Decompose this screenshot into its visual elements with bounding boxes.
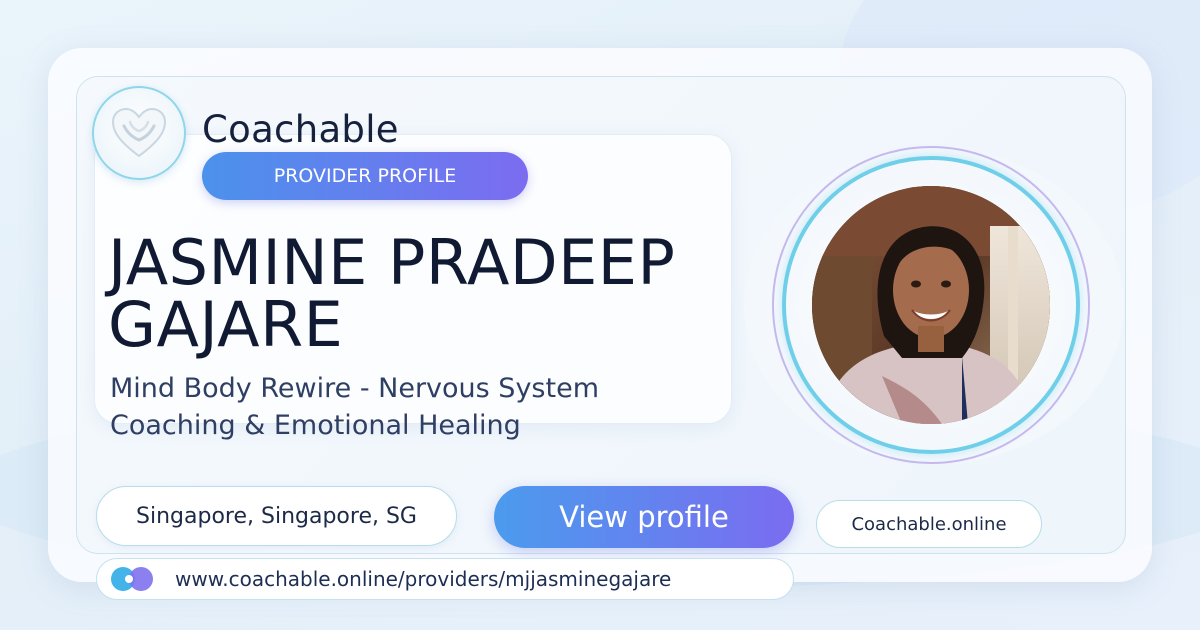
profile-url-bar[interactable]: www.coachable.online/providers/mjjasmine… bbox=[96, 558, 794, 600]
provider-profile-badge: PROVIDER PROFILE bbox=[202, 152, 528, 200]
provider-name: JASMINE PRADEEP GAJARE bbox=[108, 226, 676, 361]
link-circles-icon bbox=[111, 567, 155, 591]
heart-hands-icon bbox=[111, 107, 167, 158]
brand-logo bbox=[92, 86, 186, 180]
provider-tagline: Mind Body Rewire - Nervous System Coachi… bbox=[110, 373, 599, 441]
profile-url: www.coachable.online/providers/mjjasmine… bbox=[175, 567, 672, 591]
view-profile-button[interactable]: View profile bbox=[494, 486, 794, 548]
site-link[interactable]: Coachable.online bbox=[816, 500, 1042, 548]
brand-name: Coachable bbox=[202, 108, 399, 151]
profile-photo bbox=[812, 186, 1050, 424]
avatar bbox=[812, 186, 1050, 424]
location-pill: Singapore, Singapore, SG bbox=[96, 486, 457, 546]
